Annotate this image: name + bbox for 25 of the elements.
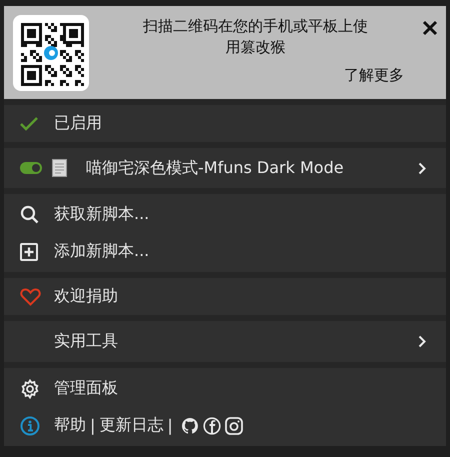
menu-item[interactable]: 添加新脚本... [4, 233, 446, 270]
facebook-icon[interactable] [202, 416, 221, 434]
close-icon[interactable] [422, 20, 438, 36]
script-menu-item[interactable]: 喵御宅深色模式-Mfuns Dark Mode [4, 148, 446, 188]
heart-icon [20, 288, 41, 306]
learn-more-link[interactable]: 了解更多 [344, 66, 404, 85]
toggle-switch[interactable] [20, 162, 42, 174]
menu-item[interactable]: 获取新脚本... [4, 196, 446, 233]
link-separator: | [167, 416, 173, 435]
menu-item[interactable]: 实用工具 [4, 321, 446, 362]
instagram-icon[interactable] [224, 416, 243, 434]
github-icon[interactable] [180, 416, 199, 434]
help-link[interactable]: 帮助 [54, 415, 86, 436]
menu-item[interactable]: 管理面板 [4, 370, 446, 407]
help-link[interactable]: 更新日志 [99, 415, 164, 436]
gear-icon [20, 378, 40, 398]
banner-message: 扫描二维码在您的手机或平板上使用篡改猴 [142, 16, 369, 58]
link-separator: | [90, 416, 96, 435]
plus-box-icon [20, 242, 38, 260]
menu-item[interactable]: 欢迎捐助 [4, 278, 446, 315]
search-icon [20, 205, 39, 224]
info-icon [20, 416, 40, 436]
script-name: 喵御宅深色模式-Mfuns Dark Mode [86, 158, 345, 178]
document-icon [52, 159, 67, 177]
menu-item[interactable]: 已启用 [4, 105, 446, 142]
